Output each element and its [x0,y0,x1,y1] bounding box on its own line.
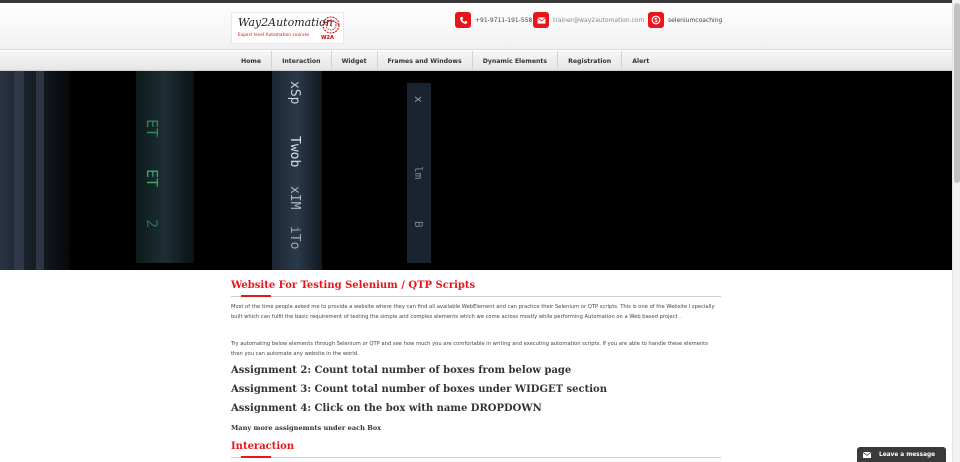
svg-text:xSp: xSp [287,81,302,105]
svg-text:2: 2 [143,219,161,228]
header: Way2Automation Expert level Automation c… [0,3,960,50]
email-contact[interactable]: trainer@way2automation.com [533,12,644,28]
svg-text:ET: ET [143,119,161,137]
try-paragraph: Try automating below elements through Se… [231,341,708,357]
nav-item-registration[interactable]: Registration [558,51,623,72]
svg-text:ET: ET [143,169,161,187]
nav-item-dynamic-elements[interactable]: Dynamic Elements [473,51,559,72]
assignment-4: Assignment 4: Click on the box with name… [231,403,542,414]
assignment-3: Assignment 3: Count total number of boxe… [231,384,607,395]
main-nav: Home Interaction Widget Frames and Windo… [0,50,960,72]
envelope-icon [533,12,549,28]
skype-contact[interactable]: seleniumcoaching [648,12,722,28]
section-divider [231,457,721,458]
nav-item-home[interactable]: Home [231,51,273,72]
envelope-icon [863,451,871,458]
svg-text:x: x [412,96,425,103]
leave-message-label: Leave a message [879,451,936,458]
leave-message-button[interactable]: Leave a message [857,447,946,462]
svg-text:Twob: Twob [287,136,302,167]
assignment-2: Assignment 2: Count total number of boxe… [231,365,572,376]
svg-text:B: B [412,221,425,228]
phone-contact[interactable]: +91-9711-191-558 [455,12,532,28]
email-address: trainer@way2automation.com [553,16,645,24]
more-assignments-note: Many more assignemnts under each Box [231,424,382,432]
logo-text: Way2Automation [238,16,333,29]
nav-item-frames-and-windows[interactable]: Frames and Windows [378,51,473,72]
nav-item-widget[interactable]: Widget [332,51,378,72]
logo[interactable]: Way2Automation Expert level Automation c… [231,12,344,44]
logo-tagline: Expert level Automation courses [238,32,310,37]
phone-icon [455,12,471,28]
svg-text:iTo: iTo [287,226,302,249]
section-accent-bar [241,456,271,458]
page-scrollbar[interactable] [952,0,960,462]
svg-text:lm: lm [412,166,425,180]
page-title: Website For Testing Selenium / QTP Scrip… [231,280,476,291]
intro-paragraph: Most of the time people asked me to prov… [231,304,715,320]
hero-banner: ET ET 2 xSp Twob xIM iTo x lm B [0,71,952,270]
skype-icon [648,12,664,28]
nav-item-interaction[interactable]: Interaction [272,51,332,72]
phone-number: +91-9711-191-558 [475,16,533,24]
svg-text:xIM: xIM [287,186,302,210]
logo-badge: W2A [321,35,334,41]
title-divider [231,296,721,297]
section-title-interaction: Interaction [231,441,295,452]
skype-handle: seleniumcoaching [668,16,723,24]
title-accent-bar [241,295,271,297]
nav-item-alert[interactable]: Alert [622,51,659,72]
hero-banner-image: ET ET 2 xSp Twob xIM iTo x lm B [0,71,952,270]
scrollbar-thumb[interactable] [954,3,960,183]
